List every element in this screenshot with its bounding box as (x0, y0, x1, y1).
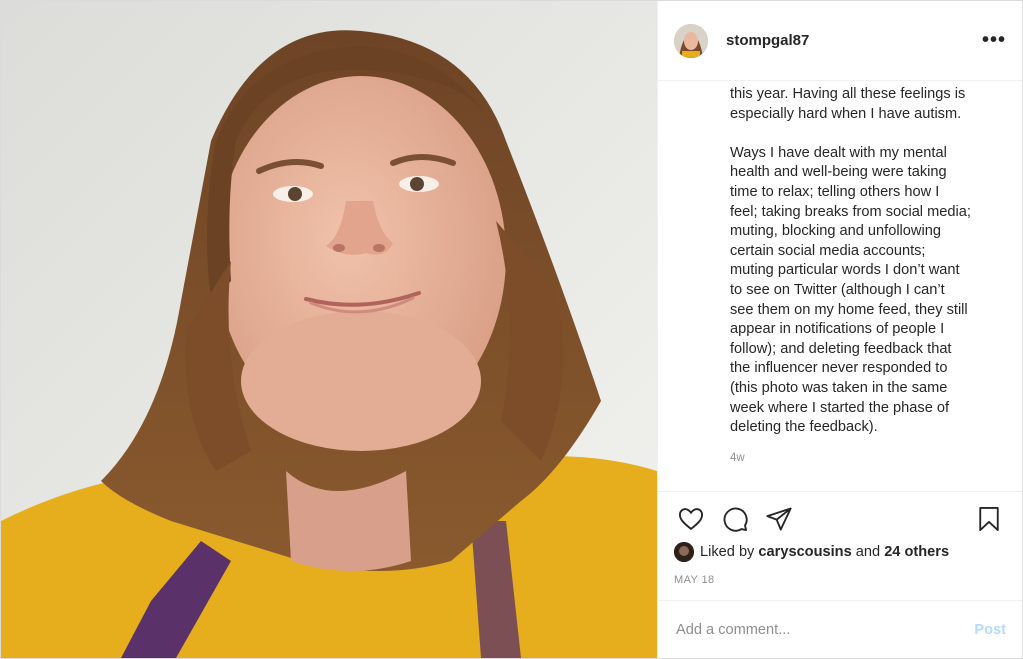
caption-area: this year. Having all these feelings is … (658, 81, 1022, 491)
post-age[interactable]: 4w (730, 452, 1006, 464)
avatar-image (674, 23, 708, 58)
user-avatar[interactable] (674, 23, 708, 58)
post-sidebar: stompgal87 ••• this year. Having all the… (657, 1, 1022, 658)
post-date[interactable]: MAY 18 (674, 574, 1006, 586)
likes-prefix: Liked by (700, 544, 759, 560)
post-actions: Liked by caryscousins and 24 others MAY … (658, 491, 1022, 600)
post-caption: this year. Having all these feelings is … (730, 86, 971, 436)
heart-icon-glyph (678, 508, 704, 531)
likes-others-link[interactable]: 24 others (884, 544, 949, 560)
likes-and: and (851, 544, 885, 560)
comment-input[interactable] (674, 620, 975, 639)
liker-avatar-image (674, 542, 694, 562)
comment-icon[interactable] (718, 502, 752, 536)
likes-summary: Liked by caryscousins and 24 others (674, 542, 1006, 562)
liker-avatar[interactable] (674, 542, 694, 562)
more-horizontal-icon[interactable]: ••• (982, 29, 1006, 52)
selfie-photo (1, 1, 657, 658)
comment-icon-glyph (723, 507, 748, 532)
username-link[interactable]: stompgal87 (726, 32, 982, 49)
action-icons-row (674, 502, 1006, 536)
instagram-post: stompgal87 ••• this year. Having all the… (0, 0, 1023, 659)
comment-bar: Post (658, 600, 1022, 658)
liked-by-user-link[interactable]: caryscousins (758, 544, 851, 560)
bookmark-icon-glyph (979, 506, 999, 532)
post-photo[interactable] (1, 1, 657, 658)
share-icon-glyph (766, 507, 792, 531)
post-comment-button[interactable]: Post (974, 622, 1006, 638)
post-header: stompgal87 ••• (658, 1, 1022, 81)
share-icon[interactable] (762, 502, 796, 536)
heart-icon[interactable] (674, 502, 708, 536)
bookmark-icon[interactable] (972, 502, 1006, 536)
